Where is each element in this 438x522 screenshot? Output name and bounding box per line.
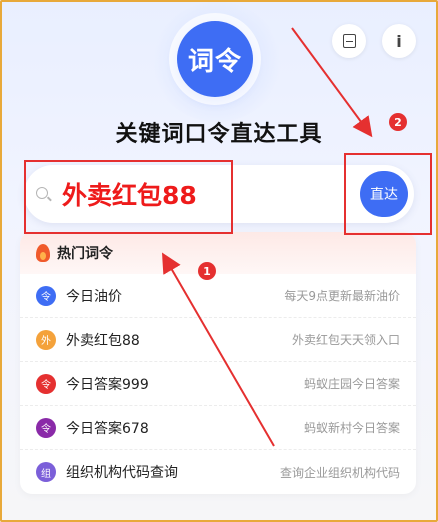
item-icon: 组 [36, 462, 56, 482]
annotation-badge-1: 1 [198, 262, 216, 280]
app-logo: 词令 [177, 21, 253, 97]
list-item[interactable]: 令 今日答案999 蚂蚁庄园今日答案 [20, 362, 416, 406]
go-button[interactable]: 直达 [360, 171, 408, 217]
item-label: 今日油价 [66, 288, 122, 305]
list-item[interactable]: 令 今日答案678 蚂蚁新村今日答案 [20, 406, 416, 450]
item-label: 外卖红包88 [66, 332, 140, 349]
search-input[interactable] [62, 175, 342, 213]
fire-icon [36, 244, 50, 262]
page-title: 关键词口令直达工具 [115, 122, 323, 147]
item-label: 今日答案678 [66, 420, 149, 437]
list-item[interactable]: 外 外卖红包88 外卖红包天天领入口 [20, 318, 416, 362]
item-icon: 令 [36, 417, 56, 438]
item-label: 今日答案999 [66, 376, 149, 393]
hot-list-title: 热门词令 [57, 246, 113, 262]
info-button[interactable]: i [382, 24, 416, 58]
annotation-badge-2: 2 [389, 113, 407, 131]
app-frame: 词令 i 关键词口令直达工具 直达 热门词令 令 今日油价 每天9点更新最新油价… [0, 0, 438, 522]
item-icon: 令 [36, 285, 56, 306]
item-hint: 蚂蚁新村今日答案 [303, 421, 400, 435]
logo-text: 词令 [187, 46, 242, 77]
info-icon: i [396, 31, 402, 51]
item-hint: 蚂蚁庄园今日答案 [303, 377, 400, 391]
item-hint: 外卖红包天天领入口 [291, 333, 400, 347]
hot-list-header: 热门词令 [20, 232, 416, 274]
item-icon: 外 [36, 329, 56, 350]
search-bar: 直达 [24, 165, 414, 223]
go-button-label: 直达 [370, 187, 398, 203]
item-hint: 每天9点更新最新油价 [284, 289, 400, 303]
list-item[interactable]: 令 今日油价 每天9点更新最新油价 [20, 274, 416, 318]
item-icon: 令 [36, 373, 56, 394]
hot-list: 热门词令 令 今日油价 每天9点更新最新油价 外 外卖红包88 外卖红包天天领入… [20, 232, 416, 494]
save-button[interactable] [332, 24, 366, 58]
item-label: 组织机构代码查询 [66, 465, 178, 481]
save-icon [342, 34, 356, 48]
item-hint: 查询企业组织机构代码 [279, 465, 400, 480]
search-icon [36, 187, 48, 199]
list-item[interactable]: 组 组织机构代码查询 查询企业组织机构代码 [20, 450, 416, 494]
